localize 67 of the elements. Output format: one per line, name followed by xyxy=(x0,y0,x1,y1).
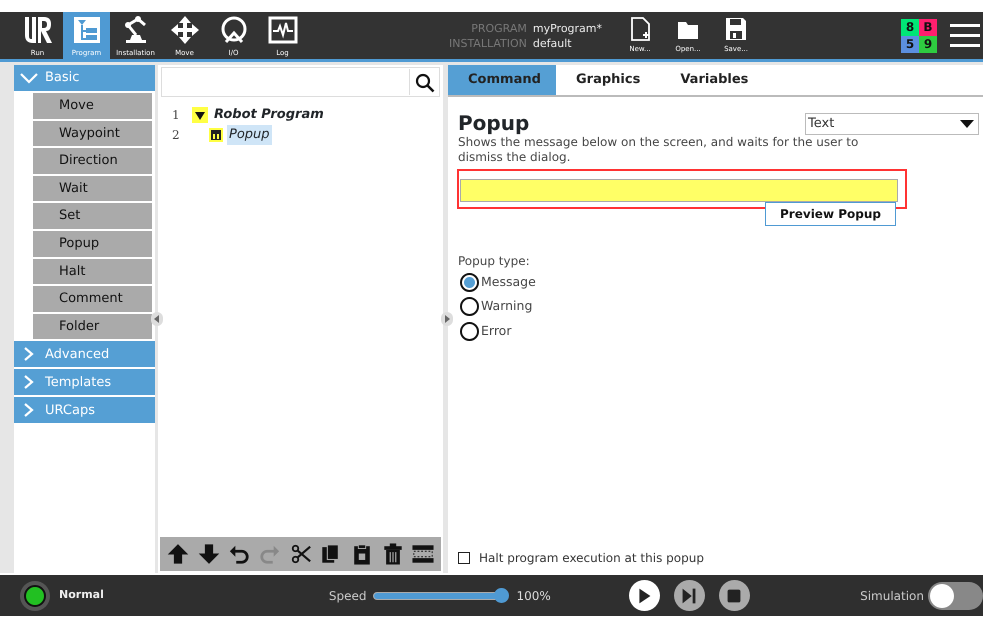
line-number: 2 xyxy=(172,127,181,144)
move-arrows-icon xyxy=(168,14,200,46)
play-button[interactable] xyxy=(628,580,660,611)
installation-label: INSTALLATION xyxy=(448,36,527,50)
redo-icon xyxy=(258,543,281,565)
arrow-up-icon xyxy=(166,543,189,565)
step-button[interactable] xyxy=(674,580,705,611)
line-number: 1 xyxy=(172,107,181,124)
sidebar-item[interactable]: Halt xyxy=(33,258,152,284)
preview-button[interactable]: Preview Popup xyxy=(765,202,896,226)
program-label: PROGRAM xyxy=(470,20,527,36)
new-file-icon xyxy=(629,16,652,41)
popup-node-icon xyxy=(209,128,223,142)
status-indicator: 5 xyxy=(901,36,919,52)
status-indicator: 8 xyxy=(901,18,919,36)
sidebar-item[interactable]: Folder xyxy=(33,314,152,340)
robot-state: Normal xyxy=(59,587,104,604)
tab[interactable]: Command xyxy=(448,65,556,95)
collapse-handle[interactable] xyxy=(441,312,453,326)
search-field[interactable] xyxy=(161,67,440,97)
tree-node[interactable]: Robot Program xyxy=(212,105,326,125)
sidebar-item[interactable]: Direction xyxy=(33,148,152,174)
radio-label: Message xyxy=(481,272,536,291)
search-icon xyxy=(414,72,434,93)
radio-button[interactable] xyxy=(460,322,479,341)
sidebar-item[interactable]: Popup xyxy=(33,230,152,257)
sidebar-item[interactable]: Set xyxy=(33,203,152,229)
undo-icon xyxy=(228,543,250,565)
simulation-toggle[interactable] xyxy=(928,582,983,610)
scissors-icon xyxy=(290,543,312,565)
caret-icon xyxy=(960,120,974,128)
sidebar-item[interactable]: Move xyxy=(33,93,152,119)
suppress-icon xyxy=(412,543,434,565)
arrow-down-icon xyxy=(198,543,220,565)
popup-type-label: Popup type: xyxy=(458,253,531,270)
power-button[interactable] xyxy=(20,580,50,610)
radio-button[interactable] xyxy=(460,272,479,292)
mode-select[interactable]: Text xyxy=(805,113,979,135)
stop-button[interactable] xyxy=(718,580,750,611)
command-title: Popup xyxy=(458,111,530,135)
tab[interactable]: Graphics xyxy=(556,65,660,95)
collapse-handle[interactable] xyxy=(151,312,163,326)
radio-label: Error xyxy=(481,322,512,340)
checkbox[interactable] xyxy=(458,552,470,564)
chevron-down-icon xyxy=(20,71,38,85)
sidebar-item[interactable]: Wait xyxy=(33,176,152,202)
radio-button[interactable] xyxy=(460,297,479,316)
menu-button[interactable] xyxy=(949,22,981,50)
radio-label: Warning xyxy=(481,297,532,316)
status-indicator: 9 xyxy=(919,36,937,52)
message-field[interactable] xyxy=(460,179,898,202)
waveform-icon xyxy=(266,14,298,46)
speed-label: Speed xyxy=(328,588,366,604)
installation-name: default xyxy=(532,36,573,50)
sidebar-item[interactable]: Waypoint xyxy=(33,120,152,146)
program-name: myProgram* xyxy=(532,20,602,36)
expand-toggle-icon[interactable] xyxy=(192,107,208,123)
tree-node[interactable]: Popup xyxy=(227,125,272,145)
trash-icon xyxy=(382,543,404,565)
sidebar-item[interactable]: Comment xyxy=(33,286,152,312)
speed-reading: 100% xyxy=(516,588,551,604)
tab[interactable]: Variables xyxy=(660,65,768,95)
status-indicator: B xyxy=(919,18,937,36)
simulation-label: Simulation xyxy=(860,588,924,604)
checkbox-label: Halt program execution at this popup xyxy=(479,550,704,567)
menu-icon xyxy=(949,22,981,50)
command-description: Shows the message below on the screen, and waits for the user to dismiss the dialog. xyxy=(458,135,860,165)
